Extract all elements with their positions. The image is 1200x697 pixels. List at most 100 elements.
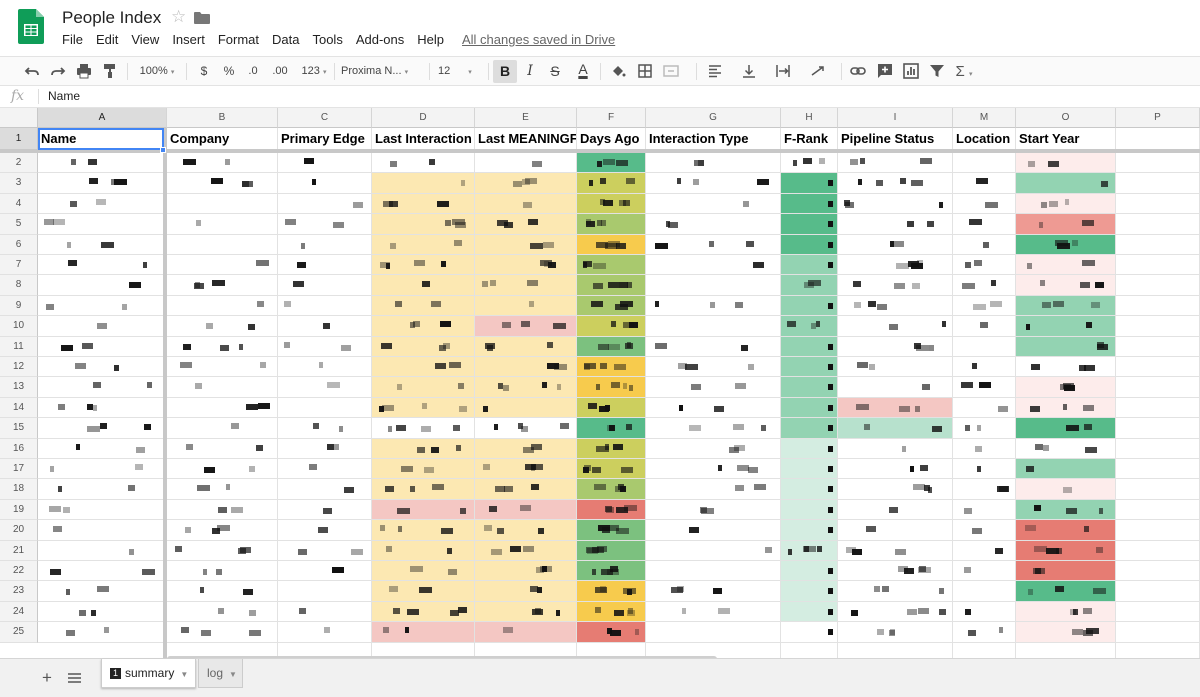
- horizontal-align-icon[interactable]: [707, 63, 723, 79]
- row-header-20[interactable]: 20: [0, 520, 38, 541]
- folder-icon[interactable]: [194, 12, 210, 24]
- font-family-select[interactable]: Proxima N... ▾: [341, 57, 425, 86]
- row-header-7[interactable]: 7: [0, 255, 38, 276]
- row-header-15[interactable]: 15: [0, 418, 38, 439]
- italic-button[interactable]: I: [522, 57, 538, 86]
- row-header-25[interactable]: 25: [0, 622, 38, 643]
- menu-help[interactable]: Help: [417, 31, 444, 49]
- row-header-17[interactable]: 17: [0, 459, 38, 480]
- insert-comment-icon[interactable]: [877, 63, 893, 79]
- save-status-link[interactable]: All changes saved in Drive: [462, 31, 615, 49]
- fill-color-icon[interactable]: [610, 63, 626, 79]
- row-header-23[interactable]: 23: [0, 581, 38, 602]
- row-header-22[interactable]: 22: [0, 561, 38, 582]
- sheet-tab-summary[interactable]: 1 summary ▼: [101, 659, 196, 688]
- header-cell-i[interactable]: Pipeline Status: [838, 128, 953, 150]
- row-header-21[interactable]: 21: [0, 540, 38, 561]
- row-header-5[interactable]: 5: [0, 214, 38, 235]
- row-header-24[interactable]: 24: [0, 601, 38, 623]
- zoom-select[interactable]: 100% ▾: [134, 57, 180, 86]
- column-header-g[interactable]: G: [646, 108, 781, 128]
- menu-data[interactable]: Data: [272, 31, 299, 49]
- add-sheet-icon[interactable]: +: [42, 669, 52, 687]
- header-cell-o[interactable]: Start Year: [1016, 128, 1116, 150]
- menu-view[interactable]: View: [131, 31, 159, 49]
- row-header-12[interactable]: 12: [0, 357, 38, 378]
- undo-icon[interactable]: [24, 63, 40, 79]
- column-header-a[interactable]: A: [38, 108, 167, 128]
- header-cell-f[interactable]: Days Ago: [577, 128, 646, 150]
- header-cell-m[interactable]: Location: [953, 128, 1016, 150]
- row-header-11[interactable]: 11: [0, 336, 38, 357]
- row-header-18[interactable]: 18: [0, 479, 38, 500]
- filter-icon[interactable]: [929, 63, 945, 79]
- print-icon[interactable]: [76, 63, 92, 79]
- font-size-select[interactable]: 12 ▾: [438, 57, 484, 86]
- menu-edit[interactable]: Edit: [96, 31, 118, 49]
- menu-file[interactable]: File: [62, 31, 83, 49]
- fill-handle[interactable]: [160, 147, 166, 153]
- all-sheets-menu-icon[interactable]: [68, 673, 81, 683]
- header-cell-p[interactable]: [1116, 128, 1200, 150]
- menu-add-ons[interactable]: Add-ons: [356, 31, 404, 49]
- column-header-m[interactable]: M: [953, 108, 1016, 128]
- text-wrapping-icon[interactable]: [775, 63, 791, 79]
- row-header-1[interactable]: 1: [0, 128, 38, 150]
- menu-format[interactable]: Format: [218, 31, 259, 49]
- column-header-c[interactable]: C: [278, 108, 372, 128]
- formula-input[interactable]: Name: [48, 86, 80, 106]
- vertical-align-icon[interactable]: [741, 63, 757, 79]
- select-all-corner[interactable]: [0, 108, 38, 128]
- header-cell-d[interactable]: Last Interaction: [372, 128, 475, 150]
- row-header-8[interactable]: 8: [0, 275, 38, 296]
- column-header-b[interactable]: B: [167, 108, 278, 128]
- menu-insert[interactable]: Insert: [172, 31, 205, 49]
- row-header-4[interactable]: 4: [0, 193, 38, 215]
- row-header-6[interactable]: 6: [0, 234, 38, 255]
- sheet-tab-log[interactable]: log ▼: [198, 659, 243, 688]
- bold-button[interactable]: B: [493, 60, 517, 83]
- currency-format-button[interactable]: $: [197, 57, 211, 86]
- redo-icon[interactable]: [50, 63, 66, 79]
- strikethrough-button[interactable]: S: [547, 57, 563, 86]
- column-header-h[interactable]: H: [781, 108, 838, 128]
- google-sheets-logo-icon[interactable]: [18, 9, 44, 44]
- percent-format-button[interactable]: %: [222, 57, 236, 86]
- star-icon[interactable]: ☆: [171, 6, 186, 28]
- insert-chart-icon[interactable]: [903, 63, 919, 79]
- column-header-i[interactable]: I: [838, 108, 953, 128]
- row-header-9[interactable]: 9: [0, 295, 38, 317]
- header-cell-c[interactable]: Primary Edge: [278, 128, 372, 150]
- header-cell-g[interactable]: Interaction Type: [646, 128, 781, 150]
- column-header-p[interactable]: P: [1116, 108, 1200, 128]
- row-header-3[interactable]: 3: [0, 173, 38, 194]
- header-cell-b[interactable]: Company: [167, 128, 278, 150]
- column-header-o[interactable]: O: [1016, 108, 1116, 128]
- row-header-2[interactable]: 2: [0, 153, 38, 174]
- text-color-button[interactable]: A: [574, 57, 592, 86]
- functions-button[interactable]: Σ ▾: [954, 57, 974, 86]
- decrease-decimal-button[interactable]: .0: [245, 57, 261, 86]
- sheet-tab-menu-icon[interactable]: ▼: [229, 670, 237, 679]
- column-header-e[interactable]: E: [475, 108, 577, 128]
- menu-tools[interactable]: Tools: [312, 31, 342, 49]
- text-rotation-icon[interactable]: [810, 63, 826, 79]
- sheet-tab-menu-icon[interactable]: ▼: [180, 670, 188, 679]
- increase-decimal-button[interactable]: .00: [270, 57, 290, 86]
- column-header-f[interactable]: F: [577, 108, 646, 128]
- column-header-d[interactable]: D: [372, 108, 475, 128]
- spreadsheet-grid[interactable]: ABCDEFGHIMOP 1 2 3 4 5 6 7 8 9 10 11 12 13 14 15 16 17 18…: [0, 108, 1200, 658]
- row-header-16[interactable]: 16: [0, 438, 38, 459]
- header-cell-e[interactable]: Last MEANINGF: [475, 128, 577, 150]
- frozen-column-divider[interactable]: [163, 128, 167, 658]
- borders-icon[interactable]: [637, 63, 653, 79]
- document-title[interactable]: People Index: [62, 8, 161, 28]
- row-header-14[interactable]: 14: [0, 397, 38, 419]
- more-formats-button[interactable]: 123 ▾: [297, 57, 331, 86]
- header-cell-h[interactable]: F-Rank: [781, 128, 838, 150]
- row-header-19[interactable]: 19: [0, 499, 38, 521]
- frozen-row-divider[interactable]: [0, 149, 1200, 153]
- row-header-13[interactable]: 13: [0, 377, 38, 398]
- insert-link-icon[interactable]: [850, 63, 866, 79]
- paint-format-icon[interactable]: [102, 63, 118, 79]
